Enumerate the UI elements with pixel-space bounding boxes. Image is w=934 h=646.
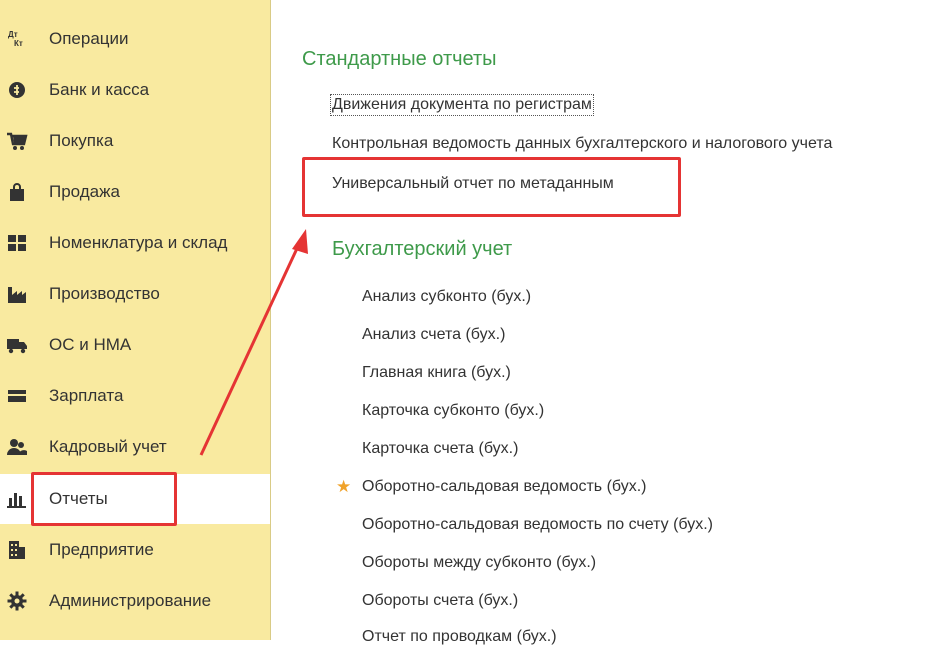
building-icon [6,539,28,561]
sidebar-item-bank[interactable]: Банк и касса [0,67,270,113]
coin-icon [6,79,28,101]
sidebar-item-label: Кадровый учет [49,437,167,456]
sidebar-item-label: Администрирование [49,591,212,610]
sidebar-item-label: Покупка [49,131,114,150]
bag-icon [6,181,28,203]
gear-icon [6,590,28,612]
report-link-account-analysis[interactable]: Анализ счета (бух.) [362,326,505,344]
grid-icon [6,232,28,254]
dt-kt-icon: Дт Кт [6,28,28,50]
people-icon [6,436,28,458]
sidebar-item-nomenclature[interactable]: Номенклатура и склад [0,220,270,266]
sidebar-item-purchase[interactable]: Покупка [0,118,270,164]
sidebar-item-label: Производство [49,284,160,303]
report-link-account-turnover[interactable]: Обороты счета (бух.) [362,592,518,610]
sidebar-item-enterprise[interactable]: Предприятие [0,527,270,573]
sidebar-item-label: ОС и НМА [49,335,132,354]
svg-text:Дт: Дт [8,30,18,39]
cart-icon [6,130,28,152]
report-link-subconto-turnover[interactable]: Обороты между субконто (бух.) [362,554,596,572]
report-link-document-movements[interactable]: Движения документа по регистрам [330,94,594,116]
report-link-subconto-card[interactable]: Карточка субконто (бух.) [362,402,544,420]
svg-text:Кт: Кт [14,39,23,48]
truck-icon [6,334,28,356]
bar-chart-icon [6,488,28,510]
section-title-standard-reports: Стандартные отчеты [302,48,497,70]
highlight-box-reports [31,472,177,526]
sidebar-item-label: Номенклатура и склад [49,233,228,252]
sidebar-item-fixed-assets[interactable]: ОС и НМА [0,322,270,368]
sidebar-item-operations[interactable]: Дт Кт Операции [0,16,270,62]
favorite-star-icon[interactable]: ★ [336,477,351,497]
report-link-subconto-analysis[interactable]: Анализ субконто (бух.) [362,288,531,306]
factory-icon [6,283,28,305]
report-link-account-card[interactable]: Карточка счета (бух.) [362,440,518,458]
highlight-box-universal-report [302,157,681,217]
wallet-icon [6,385,28,407]
sidebar-item-label: Операции [49,29,129,48]
sections-sidebar: Дт Кт Операции Банк и касса Покупка Прод… [0,0,271,640]
sidebar-item-salary[interactable]: Зарплата [0,373,270,419]
sidebar-item-label: Продажа [49,182,120,201]
reports-panel: Стандартные отчеты Движения документа по… [271,0,934,645]
report-link-general-ledger[interactable]: Главная книга (бух.) [362,364,511,382]
sidebar-item-label: Зарплата [49,386,124,405]
report-link-trial-balance[interactable]: Оборотно-сальдовая ведомость (бух.) [362,478,647,496]
report-link-account-trial-balance[interactable]: Оборотно-сальдовая ведомость по счету (б… [362,516,713,534]
section-title-accounting: Бухгалтерский учет [332,238,513,260]
sidebar-item-label: Предприятие [49,540,154,559]
sidebar-item-administration[interactable]: Администрирование [0,578,270,624]
sidebar-item-production[interactable]: Производство [0,271,270,317]
sidebar-item-hr[interactable]: Кадровый учет [0,424,270,470]
report-link-control-statement[interactable]: Контрольная ведомость данных бухгалтерск… [332,135,832,153]
sidebar-item-sales[interactable]: Продажа [0,169,270,215]
sidebar-item-label: Банк и касса [49,80,150,99]
report-link-posting-report[interactable]: Отчет по проводкам (бух.) [362,628,557,646]
